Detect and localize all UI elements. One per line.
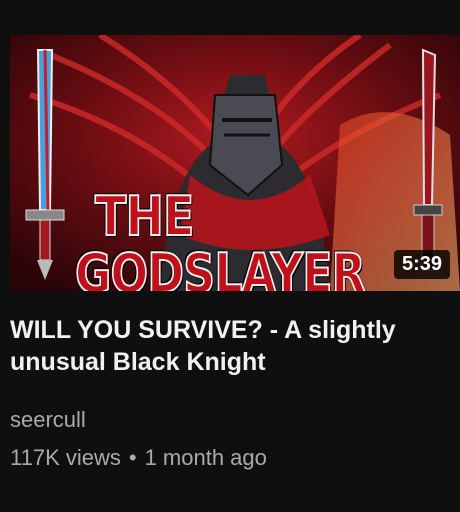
view-count: 117K views	[10, 445, 121, 470]
upload-age: 1 month ago	[144, 445, 267, 470]
thumbnail-title-line1: THE	[94, 185, 195, 248]
video-card[interactable]: THE GODSLAYER 5:39 WILL YOU SURVIVE? - A…	[0, 0, 460, 512]
thumbnail-title-line2: GODSLAYER	[74, 242, 366, 292]
channel-name[interactable]: seercull	[10, 407, 86, 433]
video-metadata: 117K views • 1 month ago	[10, 445, 267, 471]
video-title[interactable]: WILL YOU SURVIVE? - A slightly unusual B…	[10, 314, 440, 378]
duration-badge: 5:39	[393, 250, 450, 279]
separator-dot: •	[128, 445, 137, 470]
video-thumbnail[interactable]: THE GODSLAYER 5:39	[10, 35, 460, 291]
